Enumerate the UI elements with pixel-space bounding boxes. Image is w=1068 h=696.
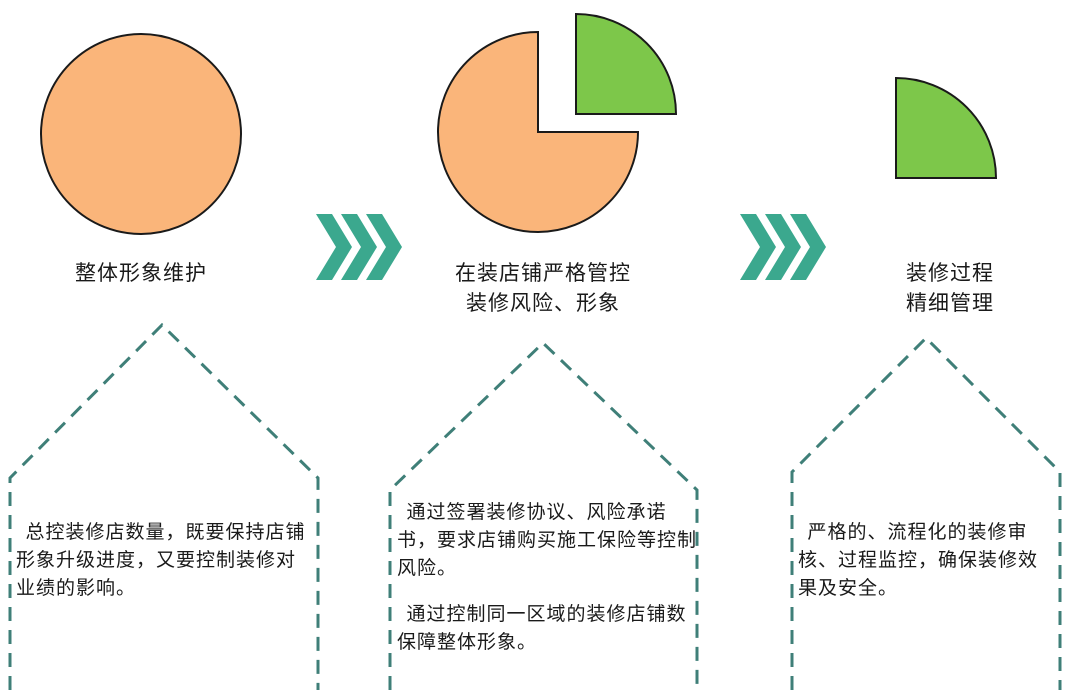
quarter-pie-small-icon	[895, 76, 998, 179]
column-3-label: 装修过程 精细管理	[880, 258, 1020, 318]
column-1-body: 总控装修店数量，既要保持店铺形象升级进度，又要控制装修对业绩的影响。	[16, 518, 310, 602]
chevron-arrow-2-icon	[740, 214, 826, 280]
label-line: 装修风险、形象	[466, 291, 620, 315]
full-circle-icon	[40, 33, 242, 235]
column-1-label: 整体形象维护	[41, 258, 241, 288]
body-paragraph: 通过签署装修协议、风险承诺书，要求店铺购买施工保险等控制风险。	[397, 501, 698, 579]
house-outline-3	[790, 335, 1062, 690]
body-paragraph: 严格的、流程化的装修审核、过程监控，确保装修效果及安全。	[798, 521, 1039, 599]
body-paragraph: 总控装修店数量，既要保持店铺形象升级进度，又要控制装修对业绩的影响。	[16, 521, 306, 599]
body-paragraph: 通过控制同一区域的装修店铺数保障整体形象。	[397, 603, 687, 653]
house-outline-1	[8, 322, 320, 690]
chevron-arrow-1-icon	[316, 214, 402, 280]
label-line: 装修过程	[906, 261, 994, 285]
label-line: 在装店铺严格管控	[455, 261, 631, 285]
column-2-body: 通过签署装修协议、风险承诺书，要求店铺购买施工保险等控制风险。 通过控制同一区域…	[397, 498, 697, 656]
label-line: 精细管理	[906, 291, 994, 315]
quarter-pie-icon	[575, 12, 678, 115]
label-line: 整体形象维护	[75, 261, 207, 285]
column-2-label: 在装店铺严格管控 装修风险、形象	[433, 258, 653, 318]
column-3-body: 严格的、流程化的装修审核、过程监控，确保装修效果及安全。	[798, 518, 1054, 602]
